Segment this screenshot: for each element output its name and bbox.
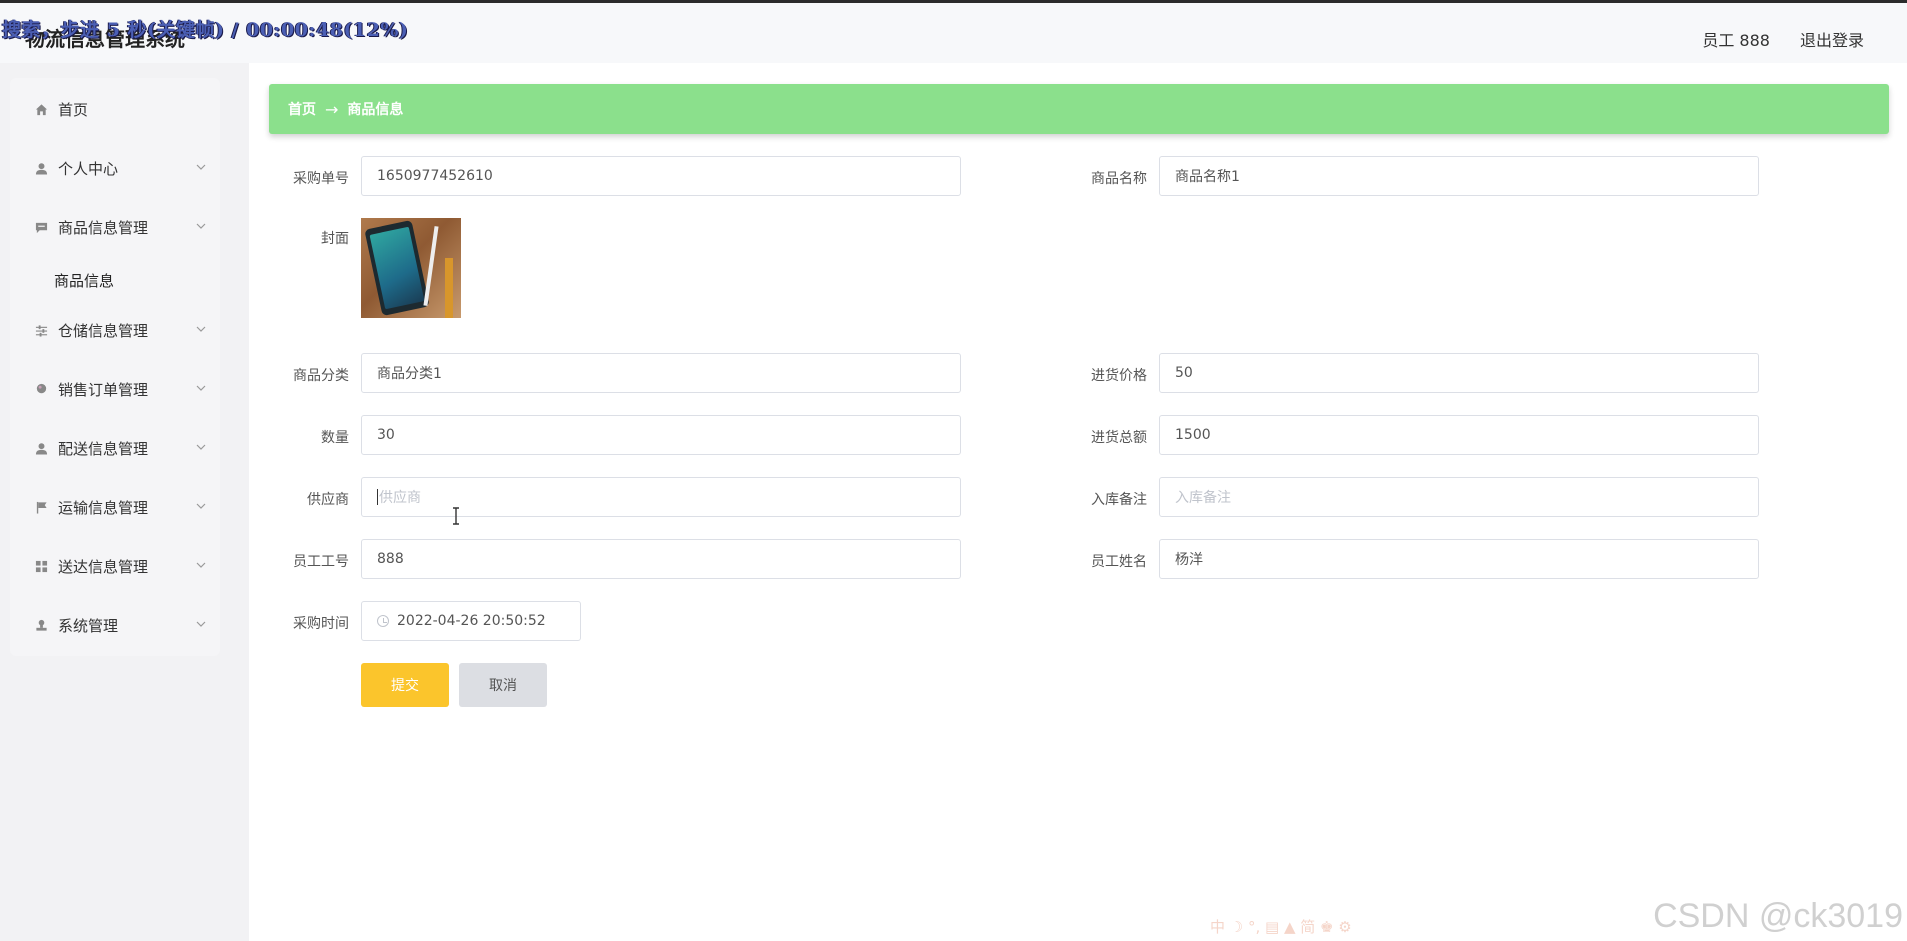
emp-no-label: 员工工号	[293, 554, 349, 570]
sidebar-item-sales-orders[interactable]: 销售订单管理	[10, 367, 220, 411]
emp-name-field[interactable]: 杨洋	[1159, 539, 1759, 579]
sidebar-item-product-management[interactable]: 商品信息管理	[10, 205, 220, 249]
chevron-down-icon	[196, 164, 206, 170]
breadcrumb-arrow: →	[325, 99, 339, 119]
sidebar-item-warehouse[interactable]: 仓储信息管理	[10, 308, 220, 352]
product-name-field[interactable]: 商品名称1	[1159, 156, 1759, 196]
emp-no-field[interactable]: 888	[361, 539, 961, 579]
breadcrumb-home[interactable]: 首页	[288, 99, 316, 119]
top-header: 物流信息管理系统 搜索，步进 5 秒(关键帧) / 00:00:48(12%) …	[0, 3, 1907, 63]
sidebar-item-arrival[interactable]: 送达信息管理	[10, 544, 220, 588]
watermark: CSDN @ck3019	[1653, 897, 1903, 935]
sidebar-item-system[interactable]: 系统管理	[10, 603, 220, 647]
sidebar-item-home[interactable]: 首页	[10, 87, 220, 131]
logout-link[interactable]: 退出登录	[1800, 27, 1864, 51]
supplier-placeholder: 供应商	[379, 490, 421, 506]
chevron-down-icon	[196, 326, 206, 332]
sidebar-item-label: 系统管理	[58, 616, 119, 635]
purchase-time-label: 采购时间	[293, 616, 349, 632]
video-seek-overlay: 搜索，步进 5 秒(关键帧) / 00:00:48(12%)	[2, 19, 409, 41]
product-name-label: 商品名称	[1091, 171, 1147, 187]
purchase-time-picker[interactable]: 2022-04-26 20:50:52	[361, 601, 581, 641]
category-field[interactable]: 商品分类1	[361, 353, 961, 393]
clock-icon	[377, 615, 389, 627]
header-user-area: 员工 888 退出登录	[1702, 27, 1864, 51]
flag-icon	[34, 500, 48, 514]
chevron-down-icon	[196, 503, 206, 509]
sidebar-item-label: 送达信息管理	[58, 557, 149, 576]
total-field[interactable]: 1500	[1159, 415, 1759, 455]
breadcrumb-current: 商品信息	[347, 102, 404, 118]
user-icon	[34, 441, 48, 455]
remark-label: 入库备注	[1091, 492, 1147, 508]
total-label: 进货总额	[1091, 430, 1147, 446]
chevron-down-icon	[196, 621, 206, 627]
chevron-down-icon	[196, 444, 206, 450]
sidebar-item-label: 商品信息管理	[58, 218, 149, 237]
cover-label: 封面	[321, 231, 349, 247]
breadcrumb: 首页 → 商品信息	[269, 84, 1889, 134]
sidebar-item-label: 首页	[58, 100, 89, 119]
sidebar-item-profile[interactable]: 个人中心	[10, 146, 220, 190]
sidebar-item-label: 个人中心	[58, 159, 119, 178]
cover-image[interactable]	[361, 218, 461, 318]
submit-button[interactable]: 提交	[361, 663, 449, 707]
home-icon	[34, 102, 48, 116]
sidebar-subitem-product-info[interactable]: 商品信息	[54, 270, 114, 291]
supplier-label: 供应商	[307, 492, 349, 508]
sidebar-item-label: 运输信息管理	[58, 498, 149, 517]
quantity-field[interactable]: 30	[361, 415, 961, 455]
sidebar-item-label: 销售订单管理	[58, 380, 149, 399]
ime-toolbar: 中 ☽ °, ▤ ▲ 简 ♚ ⚙	[1210, 918, 1352, 936]
sidebar-item-label: 仓储信息管理	[58, 321, 149, 340]
stamp-icon	[34, 618, 48, 632]
chat-icon	[34, 220, 48, 234]
sliders-icon	[34, 323, 48, 337]
order-no-label: 采购单号	[293, 171, 349, 187]
remark-field[interactable]: 入库备注	[1159, 477, 1759, 517]
sidebar-item-delivery[interactable]: 配送信息管理	[10, 426, 220, 470]
cancel-button[interactable]: 取消	[459, 663, 547, 707]
grid-icon	[34, 559, 48, 573]
text-caret	[377, 489, 378, 505]
sidebar-menu: 首页 个人中心 商品信息管理 商品信息 仓储信息管理 销售订单管理 配送信息管理…	[10, 78, 220, 656]
pin-icon	[34, 382, 48, 396]
ibeam-cursor-icon	[453, 507, 459, 525]
chevron-down-icon	[196, 562, 206, 568]
quantity-label: 数量	[321, 430, 349, 446]
emp-name-label: 员工姓名	[1091, 554, 1147, 570]
chevron-down-icon	[196, 223, 206, 229]
user-label[interactable]: 员工 888	[1702, 27, 1770, 51]
purchase-time-value: 2022-04-26 20:50:52	[397, 613, 546, 629]
order-no-field[interactable]: 1650977452610	[361, 156, 961, 196]
purchase-price-field[interactable]: 50	[1159, 353, 1759, 393]
sidebar-item-transport[interactable]: 运输信息管理	[10, 485, 220, 529]
category-label: 商品分类	[293, 368, 349, 384]
chevron-down-icon	[196, 385, 206, 391]
sidebar-item-label: 配送信息管理	[58, 439, 149, 458]
purchase-price-label: 进货价格	[1091, 368, 1147, 384]
user-icon	[34, 161, 48, 175]
